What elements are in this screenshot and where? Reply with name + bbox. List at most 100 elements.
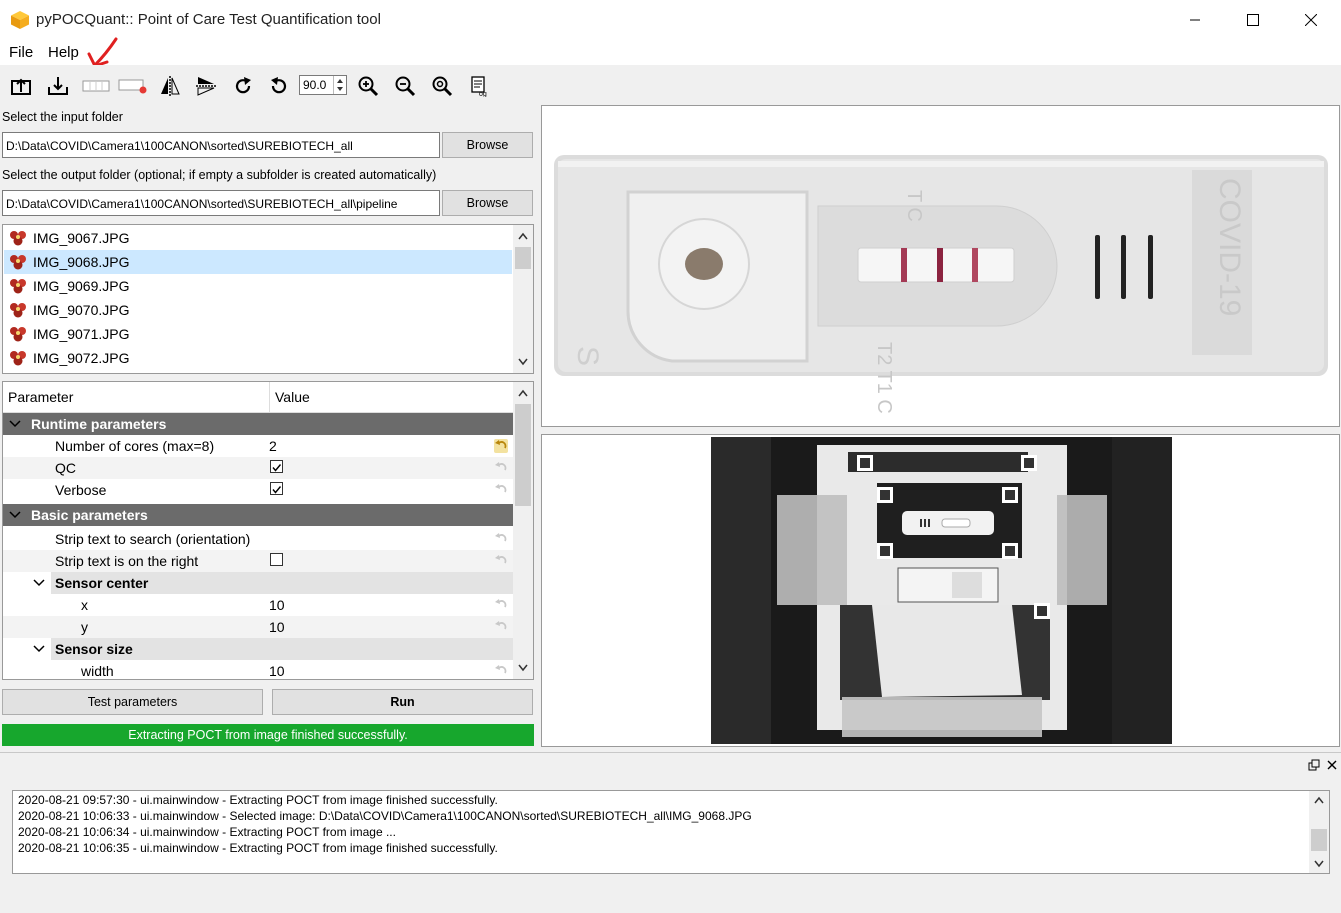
status-bar: Extracting POCT from image finished succ… <box>2 724 534 746</box>
file-list-item-selected[interactable]: IMG_9068.JPG <box>4 250 512 274</box>
spin-arrows[interactable] <box>333 76 346 94</box>
window-title: pyPOCQuant:: Point of Care Test Quantifi… <box>36 11 381 28</box>
camera-image-viewer[interactable] <box>541 434 1340 747</box>
rotate-left-button[interactable] <box>266 73 292 99</box>
param-row-strip-text[interactable]: Strip text to search (orientation) <box>3 528 513 550</box>
strip-label-top: T C <box>903 190 925 222</box>
menu-file[interactable]: File <box>9 44 33 61</box>
qc-checkbox[interactable] <box>270 460 283 473</box>
extracted-strip-image: T C T2 T1 C S COVID-19 <box>554 155 1328 414</box>
group-sensor-center[interactable]: Sensor center <box>3 572 513 594</box>
log-scrollbar[interactable] <box>1309 791 1329 873</box>
rotate-ccw-icon <box>271 77 287 94</box>
delete-sensor-button[interactable] <box>118 73 148 99</box>
file-name: IMG_9069.JPG <box>33 278 130 294</box>
header-parameter: Parameter <box>8 389 74 405</box>
reset-default-icon[interactable] <box>493 531 509 547</box>
mirror-horizontal-button[interactable] <box>193 73 219 99</box>
file-list-item[interactable]: IMG_9070.JPG <box>4 298 512 322</box>
param-value[interactable]: 10 <box>269 619 285 635</box>
toolbar: og <box>0 65 1341 105</box>
show-log-button[interactable]: og <box>466 73 492 99</box>
output-folder-field[interactable]: D:\Data\COVID\Camera1\100CANON\sorted\SU… <box>2 190 440 216</box>
group-sensor-size[interactable]: Sensor size <box>3 638 513 660</box>
close-button[interactable] <box>1282 0 1340 40</box>
reset-default-icon[interactable] <box>493 553 509 569</box>
log-file-icon: og <box>471 76 487 97</box>
param-row-strip-right[interactable]: Strip text is on the right <box>3 550 513 572</box>
param-label: QC <box>55 460 76 476</box>
zoom-in-icon <box>358 76 379 97</box>
minimize-button[interactable] <box>1166 0 1224 40</box>
image-file-list[interactable]: IMG_9067.JPG IMG_9068.JPG IMG_9069.JPG I… <box>2 224 534 374</box>
subgroup-label: Sensor center <box>55 575 149 591</box>
reset-default-icon[interactable] <box>493 619 509 635</box>
reset-default-icon[interactable] <box>493 460 509 476</box>
param-value[interactable]: 2 <box>269 438 277 454</box>
param-row-y[interactable]: y 10 <box>3 616 513 638</box>
close-icon <box>1305 14 1317 26</box>
load-settings-button[interactable] <box>8 73 34 99</box>
input-folder-label: Select the input folder <box>2 110 123 124</box>
group-basic-parameters[interactable]: Basic parameters <box>3 504 513 526</box>
zoom-reset-button[interactable] <box>429 73 455 99</box>
undock-icon[interactable] <box>1308 759 1320 771</box>
test-parameters-button[interactable]: Test parameters <box>2 689 263 715</box>
log-text-area[interactable]: 2020-08-21 09:57:30 - ui.mainwindow - Ex… <box>12 790 1330 874</box>
param-row-verbose[interactable]: Verbose <box>3 479 513 501</box>
param-row-width[interactable]: width 10 <box>3 660 513 679</box>
strip-right-checkbox[interactable] <box>270 553 283 566</box>
image-file-icon <box>10 231 26 246</box>
param-row-x[interactable]: x 10 <box>3 594 513 616</box>
param-label: Verbose <box>55 482 107 498</box>
input-browse-button[interactable]: Browse <box>442 132 533 158</box>
menu-help[interactable]: Help <box>48 44 79 61</box>
input-folder-field[interactable]: D:\Data\COVID\Camera1\100CANON\sorted\SU… <box>2 132 440 158</box>
file-list-item[interactable]: IMG_9072.JPG <box>4 346 512 370</box>
param-row-cores[interactable]: Number of cores (max=8) 2 <box>3 435 513 457</box>
param-value[interactable]: 10 <box>269 597 285 613</box>
draw-sensor-button[interactable] <box>82 73 110 99</box>
zoom-out-icon <box>395 76 416 97</box>
reset-default-icon[interactable] <box>493 482 509 498</box>
run-button[interactable]: Run <box>272 689 533 715</box>
file-list-item[interactable]: IMG_9069.JPG <box>4 274 512 298</box>
verbose-checkbox[interactable] <box>270 482 283 495</box>
file-name: IMG_9070.JPG <box>33 302 130 318</box>
reset-default-icon[interactable] <box>493 663 509 679</box>
zoom-in-button[interactable] <box>355 73 381 99</box>
parameter-tree[interactable]: Parameter Value Runtime parameters Numbe… <box>2 381 534 680</box>
file-list-item[interactable]: IMG_9067.JPG <box>4 226 512 250</box>
log-line: 2020-08-21 10:06:33 - ui.mainwindow - Se… <box>18 809 752 823</box>
file-list-scrollbar[interactable] <box>513 225 533 373</box>
file-list-item[interactable]: IMG_9071.JPG <box>4 322 512 346</box>
parameter-tree-scrollbar[interactable] <box>513 382 533 679</box>
log-line: 2020-08-21 10:06:35 - ui.mainwindow - Ex… <box>18 841 498 855</box>
group-runtime-parameters[interactable]: Runtime parameters <box>3 413 513 435</box>
strip-label-bottom: T2 T1 C <box>873 342 895 414</box>
rotation-value: 90.0 <box>303 78 327 92</box>
param-row-qc[interactable]: QC <box>3 457 513 479</box>
rotate-right-button[interactable] <box>230 73 256 99</box>
mirror-vertical-button[interactable] <box>157 73 183 99</box>
strip-letter-s: S <box>571 346 604 366</box>
file-name: IMG_9071.JPG <box>33 326 130 342</box>
zoom-out-button[interactable] <box>392 73 418 99</box>
subgroup-label: Sensor size <box>55 641 133 657</box>
log-line: 2020-08-21 09:57:30 - ui.mainwindow - Ex… <box>18 793 498 807</box>
upload-icon <box>11 78 31 95</box>
maximize-icon <box>1247 14 1259 26</box>
image-file-icon <box>10 303 26 318</box>
output-browse-button[interactable]: Browse <box>442 190 533 216</box>
save-settings-button[interactable] <box>45 73 71 99</box>
strip-image-viewer[interactable]: T C T2 T1 C S COVID-19 <box>541 105 1340 427</box>
check-icon <box>272 464 282 472</box>
reset-default-icon[interactable] <box>493 438 509 454</box>
camera-photo <box>711 437 1172 744</box>
maximize-button[interactable] <box>1224 0 1282 40</box>
param-value[interactable]: 10 <box>269 663 285 679</box>
dock-close-icon[interactable] <box>1326 759 1338 771</box>
app-cube-icon <box>11 11 29 29</box>
reset-default-icon[interactable] <box>493 597 509 613</box>
rotation-spinbox[interactable]: 90.0 <box>299 75 347 95</box>
